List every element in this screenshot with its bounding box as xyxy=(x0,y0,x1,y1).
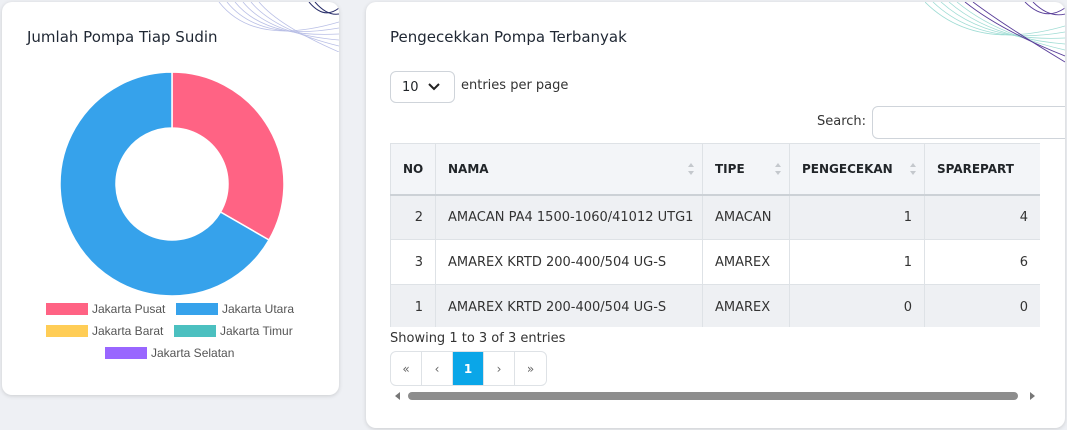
table-row[interactable]: 1 AMAREX KRTD 200-400/504 UG-S AMAREX 0 … xyxy=(390,284,1040,327)
last-page-button[interactable]: » xyxy=(515,352,546,385)
table-row[interactable]: 2 AMACAN PA4 1500-1060/41012 UTG1 AMACAN… xyxy=(390,194,1040,240)
column-header-no[interactable]: NO xyxy=(390,143,436,196)
cell-tipe: AMAREX xyxy=(702,284,790,327)
legend-label: Jakarta Barat xyxy=(92,324,164,338)
chevron-down-icon xyxy=(428,83,440,91)
cell-sparepart: 0 xyxy=(924,284,1040,327)
entries-per-page-value: 10 xyxy=(402,79,419,95)
scroll-right-icon[interactable] xyxy=(1028,392,1036,400)
column-header-tipe[interactable]: TIPE xyxy=(702,143,790,196)
entries-per-page-label: entries per page xyxy=(461,78,569,93)
pagination: « ‹ 1 › » xyxy=(390,351,547,386)
cell-pengecekan: 0 xyxy=(789,284,925,327)
cell-tipe: AMAREX xyxy=(702,239,790,285)
sort-icon xyxy=(775,163,781,175)
cell-no: 1 xyxy=(390,284,436,327)
cell-pengecekan: 1 xyxy=(789,239,925,285)
cell-tipe: AMACAN xyxy=(702,194,790,240)
decorative-lines xyxy=(218,2,339,52)
table-header-row: NO NAMA TIPE PENGECEKAN SPAREPART xyxy=(390,143,1040,196)
column-header-label: NAMA xyxy=(448,161,489,176)
column-header-pengecekan[interactable]: PENGECEKAN xyxy=(789,143,925,196)
scrollbar-thumb[interactable] xyxy=(408,392,1018,400)
cell-nama: AMACAN PA4 1500-1060/41012 UTG1 xyxy=(435,194,703,240)
column-header-sparepart[interactable]: SPAREPART xyxy=(924,143,1040,196)
horizontal-scrollbar[interactable] xyxy=(390,389,1040,403)
donut-chart xyxy=(59,71,285,297)
cell-pengecekan: 1 xyxy=(789,194,925,240)
column-header-label: SPAREPART xyxy=(937,161,1014,176)
first-page-button[interactable]: « xyxy=(391,352,422,385)
page-button-current[interactable]: 1 xyxy=(453,352,484,385)
pump-per-sudin-card: Jumlah Pompa Tiap Sudin Jakarta Pusat Ja… xyxy=(2,2,339,395)
cell-nama: AMAREX KRTD 200-400/504 UG-S xyxy=(435,284,703,327)
legend-item-jakarta-timur[interactable]: Jakarta Timur xyxy=(174,324,293,338)
legend-item-jakarta-utara[interactable]: Jakarta Utara xyxy=(176,302,294,316)
legend-label: Jakarta Selatan xyxy=(151,346,235,360)
legend-swatch xyxy=(46,303,88,315)
search-label: Search: xyxy=(817,114,867,129)
donut-slice-jakarta-pusat[interactable] xyxy=(171,71,285,242)
next-page-button[interactable]: › xyxy=(484,352,515,385)
decorative-lines xyxy=(925,2,1065,63)
legend-item-jakarta-selatan[interactable]: Jakarta Selatan xyxy=(105,346,234,360)
cell-no: 3 xyxy=(390,239,436,285)
legend-swatch xyxy=(105,347,147,359)
top-pump-check-card: Pengecekkan Pompa Terbanyak 10 entries p… xyxy=(366,2,1065,428)
column-header-label: TIPE xyxy=(715,161,745,176)
entries-per-page-select[interactable]: 10 xyxy=(390,71,455,103)
column-header-label: PENGECEKAN xyxy=(802,161,893,176)
sort-icon xyxy=(688,163,694,175)
card-title: Pengecekkan Pompa Terbanyak xyxy=(390,28,627,46)
legend-label: Jakarta Utara xyxy=(222,302,295,316)
cell-no: 2 xyxy=(390,194,436,240)
previous-page-button[interactable]: ‹ xyxy=(422,352,453,385)
legend-swatch xyxy=(174,325,216,337)
data-table: NO NAMA TIPE PENGECEKAN SPAREPART 2 AMAC… xyxy=(390,143,1040,327)
legend-swatch xyxy=(46,325,88,337)
legend-item-jakarta-barat[interactable]: Jakarta Barat xyxy=(46,324,163,338)
cell-sparepart: 4 xyxy=(924,194,1040,240)
cell-sparepart: 6 xyxy=(924,239,1040,285)
cell-nama: AMAREX KRTD 200-400/504 UG-S xyxy=(435,239,703,285)
search-input[interactable] xyxy=(872,106,1065,139)
sort-icon xyxy=(910,163,916,175)
legend-item-jakarta-pusat[interactable]: Jakarta Pusat xyxy=(46,302,165,316)
table-row[interactable]: 3 AMAREX KRTD 200-400/504 UG-S AMAREX 1 … xyxy=(390,239,1040,285)
legend-label: Jakarta Pusat xyxy=(92,302,166,316)
legend-label: Jakarta Timur xyxy=(220,324,293,338)
scroll-left-icon[interactable] xyxy=(394,392,402,400)
card-title: Jumlah Pompa Tiap Sudin xyxy=(27,28,218,46)
column-header-nama[interactable]: NAMA xyxy=(435,143,703,196)
legend-swatch xyxy=(176,303,218,315)
table-info: Showing 1 to 3 of 3 entries xyxy=(390,331,566,346)
